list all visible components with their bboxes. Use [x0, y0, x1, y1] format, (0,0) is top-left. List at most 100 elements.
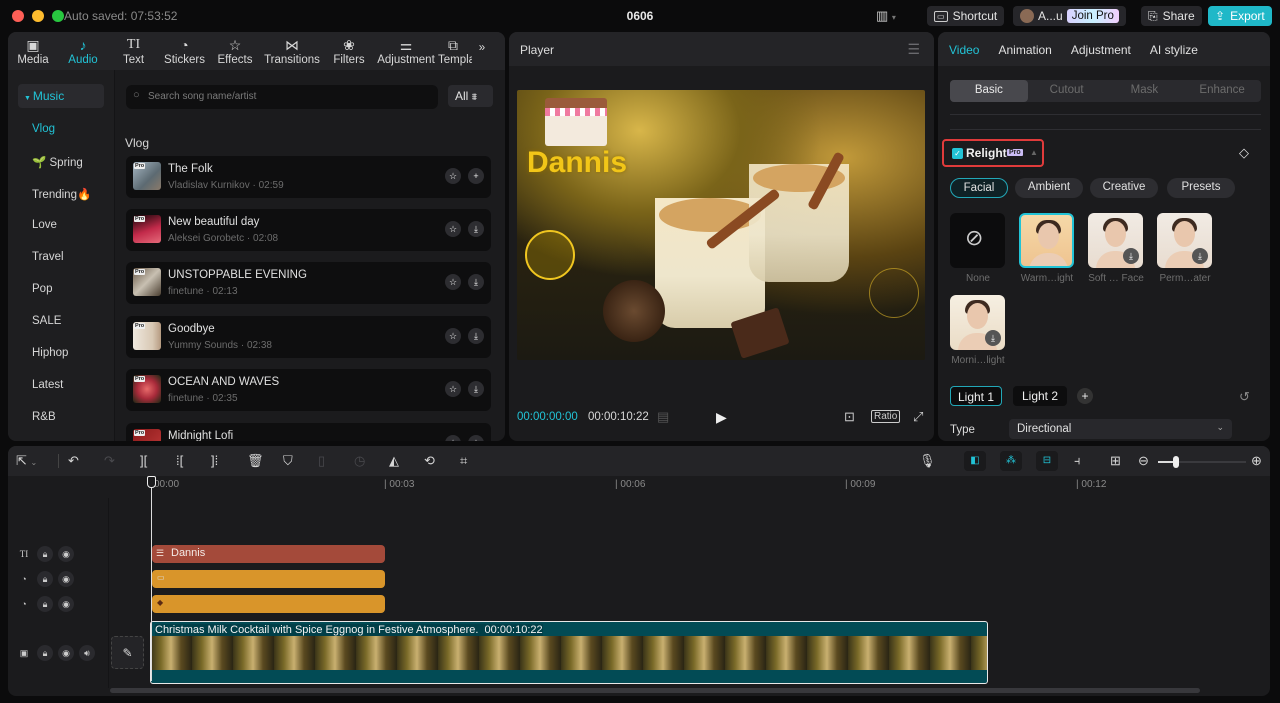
keyframe-handle-left[interactable] [525, 230, 575, 280]
download-button[interactable]: ⤓ [468, 435, 484, 441]
tab-video[interactable]: Video [949, 43, 979, 66]
light-1-button[interactable]: Light 1 [950, 386, 1002, 406]
subtab-enhance[interactable]: Enhance [1183, 80, 1261, 102]
marker-icon[interactable]: ⛉ [283, 453, 293, 469]
download-button[interactable]: ⤓ [468, 274, 484, 290]
download-icon[interactable]: ⤓ [985, 330, 1001, 346]
category-spring[interactable]: 🌱 Spring [32, 155, 83, 169]
song-item[interactable]: Pro Midnight Lofi ☆ ⤓ [126, 423, 491, 441]
crop-icon[interactable]: ⌗ [460, 453, 467, 469]
category-rnb[interactable]: R&B [32, 411, 56, 423]
lock-icon[interactable]: 🔒︎ [37, 596, 53, 612]
category-sale[interactable]: SALE [32, 315, 61, 327]
download-button[interactable]: ⤓ [468, 328, 484, 344]
overlay-text[interactable]: Dannis [527, 146, 627, 180]
mute-audio-icon[interactable]: 🔊︎ [79, 645, 95, 661]
favorite-button[interactable]: ☆ [445, 221, 461, 237]
mode-presets[interactable]: Presets [1167, 178, 1235, 198]
timeline-scrollbar[interactable] [110, 688, 1200, 693]
filter-button[interactable]: All ⩩ [448, 85, 493, 107]
mode-facial[interactable]: Facial [950, 178, 1008, 198]
preset-warm-light[interactable] [1019, 213, 1074, 268]
download-icon[interactable]: ⤓ [1123, 248, 1139, 264]
reverse-icon[interactable]: ◷ [354, 453, 365, 469]
preset-none[interactable]: ⊘ [950, 213, 1005, 268]
lock-icon[interactable]: 🔒︎ [37, 546, 53, 562]
download-button[interactable]: ⤓ [468, 381, 484, 397]
undo-icon[interactable]: ↶ [68, 453, 79, 469]
category-travel[interactable]: Travel [32, 251, 64, 263]
text-clip[interactable]: ☰ Dannis [152, 545, 385, 563]
tab-animation[interactable]: Animation [998, 43, 1051, 66]
freeze-icon[interactable]: ▯ [318, 453, 325, 469]
tab-effects[interactable]: ☆ Effects [210, 32, 260, 70]
auto-snap-button[interactable]: ⁂ [1000, 451, 1022, 471]
mode-ambient[interactable]: Ambient [1015, 178, 1083, 198]
download-button[interactable]: ⤓ [468, 221, 484, 237]
eye-icon[interactable]: ◉ [58, 645, 74, 661]
subtab-mask[interactable]: Mask [1106, 80, 1184, 102]
lock-icon[interactable]: 🔒︎ [37, 571, 53, 587]
tab-text[interactable]: TI Text [108, 32, 159, 70]
redo-icon[interactable]: ↷ [104, 453, 115, 469]
mirror-icon[interactable]: ◭ [389, 453, 399, 469]
tab-media[interactable]: ▣ Media [8, 32, 58, 70]
category-trending[interactable]: Trending🔥 [32, 187, 91, 201]
split-icon[interactable]: ][ [140, 453, 147, 468]
tab-adjustment[interactable]: ⚌ Adjustment [374, 32, 438, 70]
timeline-ruler[interactable]: 00:00 | 00:03 | 00:06 | 00:09 | 00:12 [8, 476, 1270, 498]
zoom-fit-icon[interactable]: ⊡ [844, 409, 855, 425]
light-2-button[interactable]: Light 2 [1013, 386, 1067, 406]
main-track-magnet-button[interactable]: ◧ [964, 451, 986, 471]
subtab-cutout[interactable]: Cutout [1028, 80, 1106, 102]
song-item[interactable]: Pro Goodbye Yummy Sounds · 02:38 ☆ ⤓ [126, 316, 491, 358]
add-button[interactable]: + [468, 168, 484, 184]
eye-icon[interactable]: ◉ [58, 571, 74, 587]
tab-ai-stylize[interactable]: AI stylize [1150, 43, 1198, 66]
tab-adjustment[interactable]: Adjustment [1071, 43, 1131, 66]
layout-icon[interactable]: ▥ ▾ [876, 8, 896, 24]
fullscreen-icon[interactable]: ⤢ [913, 409, 923, 425]
sticker-clip[interactable]: ◆ [152, 595, 385, 613]
subtab-basic[interactable]: Basic [950, 80, 1028, 102]
zoom-in-icon[interactable]: ⊕ [1251, 453, 1262, 469]
song-item[interactable]: Pro New beautiful day Aleksei Gorobetc ·… [126, 209, 491, 251]
collapse-caret-icon[interactable]: ▲ [1030, 148, 1038, 157]
mode-creative[interactable]: Creative [1090, 178, 1158, 198]
song-search-input[interactable]: ○ Search song name/artist [126, 85, 438, 109]
favorite-button[interactable]: ☆ [445, 168, 461, 184]
select-tool-icon[interactable]: ⇱ ⌄ [16, 453, 37, 469]
zoom-out-icon[interactable]: ⊖ [1138, 453, 1149, 469]
favorite-button[interactable]: ☆ [445, 274, 461, 290]
tab-templates[interactable]: ⧉ Templa [438, 32, 472, 70]
category-latest[interactable]: Latest [32, 379, 63, 391]
account-button[interactable]: A...u Join Pro [1013, 6, 1126, 26]
favorite-button[interactable]: ☆ [445, 328, 461, 344]
type-select[interactable]: Directional ⌄ [1009, 419, 1232, 439]
zoom-slider-thumb[interactable] [1172, 456, 1179, 468]
favorite-button[interactable]: ☆ [445, 381, 461, 397]
export-button[interactable]: ⇪ Export [1208, 6, 1272, 26]
eye-icon[interactable]: ◉ [58, 596, 74, 612]
tab-stickers[interactable]: ◔ Stickers [159, 32, 210, 70]
eye-icon[interactable]: ◉ [58, 546, 74, 562]
cover-edit-button[interactable]: ✎ [111, 636, 144, 669]
keyframe-handle-right[interactable] [869, 268, 919, 318]
linkage-button[interactable]: ⊟ [1036, 451, 1058, 471]
preview-axis-icon[interactable]: ⊞ [1110, 453, 1121, 469]
more-tabs-button[interactable]: » [472, 32, 492, 70]
sticker-clip[interactable]: ▭ [152, 570, 385, 588]
preset-soft-face[interactable]: ⤓ [1088, 213, 1143, 268]
tab-audio[interactable]: ♪ Audio [58, 32, 108, 70]
rotate-icon[interactable]: ⟲ [424, 453, 435, 469]
ratio-button[interactable]: Ratio [871, 410, 901, 423]
category-pop[interactable]: Pop [32, 283, 52, 295]
song-item[interactable]: Pro OCEAN AND WAVES finetune · 02:35 ☆ ⤓ [126, 369, 491, 411]
keyframe-diamond-icon[interactable]: ◇ [1239, 145, 1249, 161]
share-button[interactable]: ⎘ Share [1141, 6, 1202, 26]
download-icon[interactable]: ⤓ [1192, 248, 1208, 264]
play-button[interactable]: ▶ [716, 409, 727, 426]
preset-perm-ater[interactable]: ⤓ [1157, 213, 1212, 268]
favorite-button[interactable]: ☆ [445, 435, 461, 441]
relight-checkbox[interactable]: ✓ [952, 148, 963, 159]
